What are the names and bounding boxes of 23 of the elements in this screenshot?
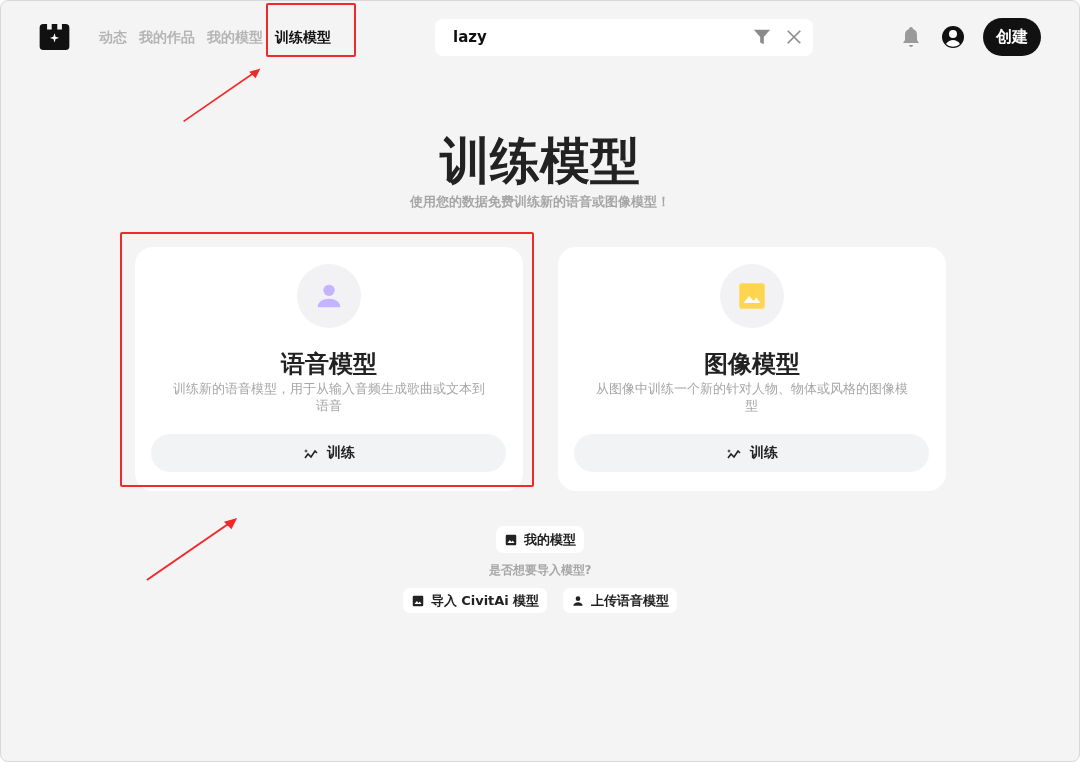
logo-icon bbox=[39, 24, 70, 50]
train-button[interactable]: 训练 bbox=[574, 434, 929, 472]
chip-button[interactable]: 导入 CivitAi 模型 bbox=[402, 588, 548, 613]
create-button[interactable]: 创建 bbox=[983, 18, 1041, 56]
filter-icon bbox=[753, 28, 771, 46]
card-title: 语音模型 bbox=[280, 349, 377, 380]
image-icon bbox=[410, 593, 425, 608]
user-avatar-icon bbox=[941, 25, 965, 49]
page-subtitle: 使用您的数据免费训练新的语音或图像模型！ bbox=[410, 193, 670, 211]
person-icon bbox=[571, 593, 586, 608]
train-button[interactable]: 训练 bbox=[151, 434, 506, 472]
close-icon bbox=[785, 28, 803, 46]
card-title: 图像模型 bbox=[703, 349, 800, 380]
page-title: 训练模型 bbox=[440, 131, 640, 191]
chip-button[interactable]: 上传语音模型 bbox=[563, 588, 678, 613]
import-prompt: 是否想要导入模型? bbox=[488, 562, 592, 579]
image-icon bbox=[504, 532, 518, 547]
card-description: 训练新的语音模型，用于从输入音频生成歌曲或文本到语音 bbox=[171, 380, 486, 415]
chip-button[interactable]: 我的模型 bbox=[496, 526, 584, 553]
notification-bell-icon bbox=[901, 26, 921, 48]
search-input[interactable]: lazy bbox=[453, 28, 739, 46]
search-field[interactable]: lazy bbox=[435, 18, 813, 56]
nav-tab[interactable]: 训练模型 bbox=[275, 29, 331, 45]
